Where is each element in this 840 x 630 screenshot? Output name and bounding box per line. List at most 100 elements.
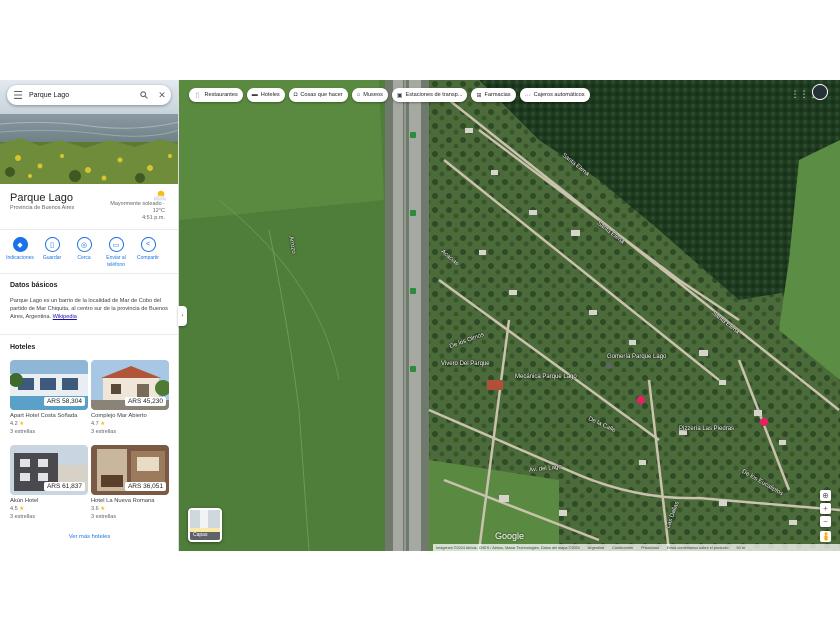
divider: [0, 273, 178, 274]
poi-label: Vivero Del Parque: [441, 361, 490, 367]
collapse-panel-button[interactable]: ‹: [178, 306, 187, 326]
layers-button[interactable]: Capas: [188, 508, 222, 542]
imagery-credit: Imágenes ©2024 Airbus, CNES / Airbus, Ma…: [436, 545, 580, 550]
action-label: Indicaciones: [6, 255, 34, 261]
divider: [0, 334, 178, 335]
hotel-card[interactable]: ARS 61,837 Akún Hotel 4.5 ★ 3 estrellas: [10, 445, 88, 520]
send-to-phone-button[interactable]: ▭ Enviar al teléfono: [100, 237, 132, 268]
privacy-link[interactable]: Privacidad: [641, 546, 659, 550]
share-icon: <: [140, 237, 156, 252]
search-input[interactable]: Parque Lago: [29, 92, 135, 99]
hotel-card[interactable]: ARS 45,230 Complejo Mar Abierto 4.7 ★ 3 …: [91, 360, 169, 435]
weather-temperature: 12°C: [152, 208, 165, 214]
google-logo: Google: [495, 531, 525, 541]
zoom-in-button[interactable]: +: [820, 503, 831, 514]
category-chips: 🍴 Restaurantes ▬ Hoteles ◘ Cosas que hacer …: [189, 88, 594, 102]
weather-description: Mayormente soleado ·: [110, 201, 165, 207]
star-icon: ★: [100, 506, 106, 512]
pharmacy-icon: ⊞: [476, 92, 482, 99]
bookmark-icon: ▯: [44, 237, 60, 252]
chip-museums[interactable]: ⌂ Museos: [351, 88, 388, 102]
divider: [0, 229, 178, 230]
chip-restaurants[interactable]: 🍴 Restaurantes: [189, 88, 243, 102]
search-box[interactable]: ☰ Parque Lago ✕: [7, 85, 171, 105]
hotel-rating: 4.5 ★: [10, 506, 88, 512]
street-view-pegman-icon[interactable]: [820, 531, 831, 542]
hotel-photo: ARS 36,051: [91, 445, 169, 495]
rating-value: 4.7: [91, 421, 99, 427]
save-button[interactable]: ▯ Guardar: [36, 237, 68, 268]
about-title: Datos básicos: [10, 282, 58, 289]
action-label: Cerca: [77, 255, 91, 261]
hotels-title: Hoteles: [10, 344, 36, 351]
about-text: Parque Lago es un barrio de la localidad…: [10, 297, 170, 321]
star-icon: ★: [100, 421, 106, 427]
about-description: Parque Lago es un barrio de la localidad…: [10, 298, 168, 320]
map-imagery: [179, 80, 840, 551]
hotel-name: Apart Hotel Costa Soñada: [10, 413, 78, 419]
map-attribution: Imágenes ©2024 Airbus, CNES / Airbus, Ma…: [433, 544, 840, 551]
chip-label: Cajeros automáticos: [533, 92, 585, 98]
hotel-rating: 3.6 ★: [91, 506, 169, 512]
hotel-name: Hotel La Nueva Romana: [91, 498, 155, 504]
chip-label: Farmacias: [484, 92, 511, 98]
action-label: Compartir: [137, 255, 159, 261]
chip-things-to-do[interactable]: ◘ Cosas que hacer: [288, 88, 348, 102]
satellite-map[interactable]: Santa Elena Santa Elena Santa Elena De l…: [179, 80, 840, 551]
hotel-class: 3 estrellas: [10, 514, 36, 520]
rating-value: 3.6: [91, 506, 99, 512]
restaurant-icon: 🍴: [194, 92, 202, 99]
menu-icon[interactable]: ☰: [7, 85, 29, 105]
rating-value: 4.2: [10, 421, 18, 427]
chip-label: Hoteles: [260, 92, 280, 98]
poi-label: Gomería Parque Lago: [607, 354, 667, 360]
chip-hotels[interactable]: ▬ Hoteles: [246, 88, 285, 102]
hotel-name: Akún Hotel: [10, 498, 39, 504]
hotel-class: 3 estrellas: [91, 429, 117, 435]
zoom-out-button[interactable]: −: [820, 516, 831, 527]
chip-label: Restaurantes: [204, 92, 238, 98]
poi-label: Mecánica Parque Lago: [515, 374, 577, 380]
nearby-button[interactable]: ◎ Cerca: [68, 237, 100, 268]
transit-icon: ▣: [396, 92, 403, 99]
action-row: ◆ Indicaciones ▯ Guardar ◎ Cerca ▭ Envia…: [4, 237, 176, 268]
scale-bar[interactable]: 50 m: [737, 546, 745, 550]
hotel-rating: 4.7 ★: [91, 421, 169, 427]
hotel-price: ARS 61,837: [43, 482, 85, 491]
chip-label: Museos: [363, 92, 383, 98]
place-panel: ☰ Parque Lago ✕ Parque Lago Provincia de…: [0, 80, 179, 551]
region-link[interactable]: Argentina: [588, 546, 604, 550]
feedback-link[interactable]: Envía comentarios sobre el producto: [667, 546, 729, 550]
terms-link[interactable]: Condiciones: [612, 546, 633, 550]
account-avatar[interactable]: [812, 84, 828, 100]
place-photo[interactable]: ☰ Parque Lago ✕: [0, 80, 178, 184]
hotel-price: ARS 45,230: [124, 397, 166, 406]
search-icon[interactable]: [135, 85, 153, 105]
local-time: 4:51 p.m.: [142, 215, 165, 221]
compass-icon[interactable]: ⊕: [820, 490, 831, 501]
wikipedia-link[interactable]: Wikipedia: [53, 314, 77, 320]
hotel-class: 3 estrellas: [91, 514, 117, 520]
share-button[interactable]: < Compartir: [132, 237, 164, 268]
action-label: Guardar: [42, 255, 62, 261]
chip-atms[interactable]: ⋯ Cajeros automáticos: [519, 88, 590, 102]
atm-icon: ⋯: [524, 92, 531, 99]
hotel-photo: ARS 61,837: [10, 445, 88, 495]
hotel-card[interactable]: ARS 36,051 Hotel La Nueva Romana 3.6 ★ 3…: [91, 445, 169, 520]
chip-pharmacies[interactable]: ⊞ Farmacias: [471, 88, 516, 102]
hotel-rating: 4.2 ★: [10, 421, 88, 427]
hotel-photo: ARS 58,304: [10, 360, 88, 410]
layers-label: Capas: [193, 532, 208, 538]
chip-label: Cosas que hacer: [300, 92, 343, 98]
directions-button[interactable]: ◆ Indicaciones: [4, 237, 36, 268]
apps-grid-icon[interactable]: ⋮⋮⋮: [791, 88, 818, 100]
close-icon[interactable]: ✕: [153, 85, 171, 105]
more-hotels-link[interactable]: Ver más hoteles: [0, 534, 178, 540]
nearby-icon: ◎: [76, 237, 92, 252]
chip-transit[interactable]: ▣ Estaciones de transp...: [391, 88, 468, 102]
hotel-class: 3 estrellas: [10, 429, 36, 435]
museum-icon: ⌂: [356, 92, 361, 98]
hotel-icon: ▬: [251, 92, 258, 98]
chip-label: Estaciones de transp...: [405, 92, 463, 98]
hotel-card[interactable]: ARS 58,304 Apart Hotel Costa Soñada 4.2 …: [10, 360, 88, 435]
